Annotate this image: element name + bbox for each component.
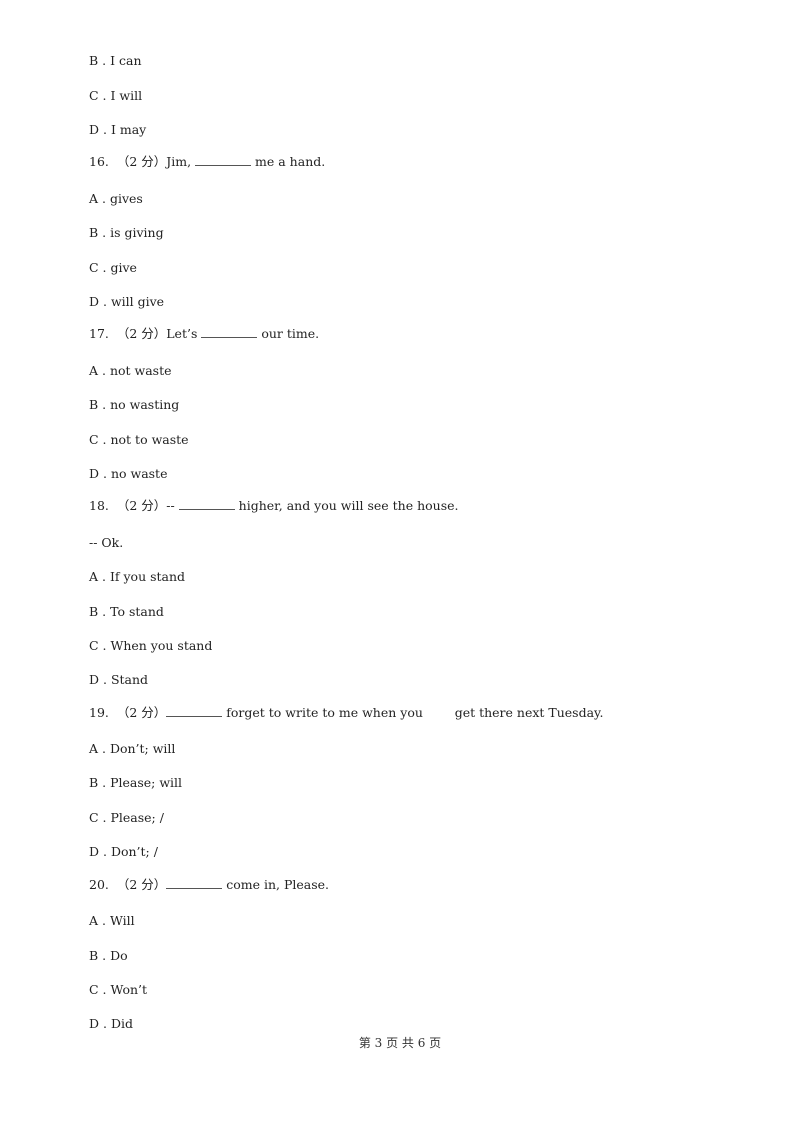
answer-option: A . gives [89, 191, 143, 206]
question-suffix: our time. [257, 326, 320, 341]
answer-blank [166, 706, 223, 717]
answer-option: C . not to waste [89, 432, 189, 447]
answer-option: B . To stand [89, 604, 164, 619]
answer-option: C . When you stand [89, 638, 213, 653]
answer-option: A . If you stand [89, 569, 186, 584]
answer-option: D . Don’t; / [89, 844, 158, 859]
answer-option: C . Won’t [89, 982, 148, 997]
question-suffix: forget to write to me when you get there… [222, 705, 604, 720]
answer-option: C . Please; / [89, 810, 164, 825]
answer-blank [166, 878, 223, 889]
answer-option: C . give [89, 260, 137, 275]
answer-option: B . I can [89, 53, 142, 68]
answer-option: C . I will [89, 88, 143, 103]
question-stem: 19. （2 分） forget to write to me when you… [89, 705, 603, 721]
question-suffix: come in, Please. [222, 877, 330, 892]
answer-blank [201, 327, 258, 338]
answer-option: D . Did [89, 1016, 133, 1031]
answer-option: B . no wasting [89, 397, 180, 412]
question-prefix: 19. （2 分） [89, 705, 167, 720]
answer-option: B . Please; will [89, 775, 183, 790]
question-stem: 18. （2 分）-- higher, and you will see the… [89, 498, 459, 514]
answer-option: A . Will [89, 913, 135, 928]
page-footer: 第 3 页 共 6 页 [358, 1036, 442, 1050]
question-prefix: 17. （2 分）Let’s [89, 326, 202, 341]
answer-option: A . not waste [89, 363, 172, 378]
answer-option: D . no waste [89, 466, 168, 481]
question-suffix: me a hand. [251, 154, 326, 169]
answer-option: D . will give [89, 294, 165, 309]
answer-blank [178, 499, 235, 510]
question-prefix: 20. （2 分） [89, 877, 167, 892]
question-suffix: higher, and you will see the house. [234, 498, 459, 513]
answer-option: D . I may [89, 122, 147, 137]
question-stem: 17. （2 分）Let’s our time. [89, 326, 319, 342]
answer-option: A . Don’t; will [89, 741, 176, 756]
question-prefix: 16. （2 分）Jim, [89, 154, 196, 169]
answer-option: -- Ok. [89, 535, 124, 550]
question-stem: 16. （2 分）Jim, me a hand. [89, 154, 325, 170]
answer-blank [195, 155, 252, 166]
answer-option: B . is giving [89, 225, 164, 240]
question-stem: 20. （2 分） come in, Please. [89, 877, 329, 893]
question-prefix: 18. （2 分）-- [89, 498, 179, 513]
answer-option: B . Do [89, 948, 128, 963]
answer-option: D . Stand [89, 672, 149, 687]
